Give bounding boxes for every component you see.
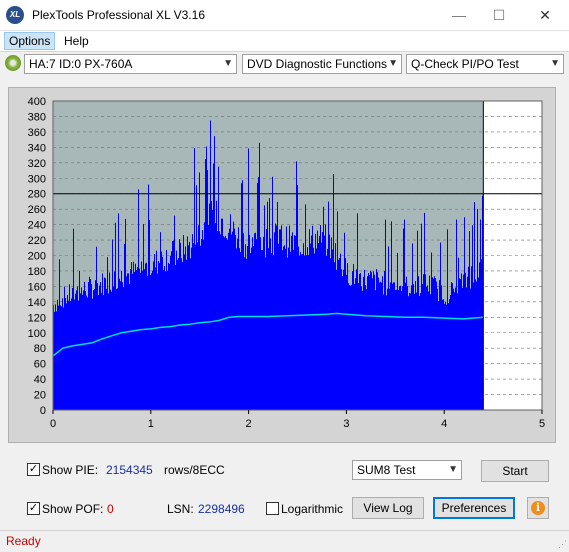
drive-select-value: HA:7 ID:0 PX-760A [29, 57, 133, 71]
window-title: PlexTools Professional XL V3.16 [32, 8, 205, 22]
title-bar: XL PlexTools Professional XL V3.16 — ☐ ✕ [0, 0, 569, 31]
status-text: Ready [6, 534, 41, 548]
close-button[interactable]: ✕ [530, 4, 560, 26]
chart-panel: 400 380 360 340 320 300 280 260 240 220 200 180 160 1… [8, 87, 556, 443]
y-tick-label: 200 [28, 251, 46, 263]
y-tick-label: 180 [28, 266, 46, 278]
sum8-select-value: SUM8 Test [357, 463, 416, 477]
y-tick-label: 340 [28, 142, 46, 154]
minimize-button[interactable]: — [444, 4, 474, 26]
x-tick-label: 2 [246, 418, 252, 430]
y-tick-label: 20 [34, 390, 46, 402]
logarithmic-label: Logarithmic [281, 502, 344, 516]
y-tick-label: 320 [28, 158, 46, 170]
x-tick-label: 1 [148, 418, 154, 430]
preferences-button[interactable]: Preferences [433, 497, 515, 519]
lsn-value: 2298496 [198, 502, 245, 516]
drive-select[interactable]: HA:7 ID:0 PX-760A ▼ [24, 54, 237, 74]
y-tick-label: 100 [28, 328, 46, 340]
y-tick-label: 220 [28, 235, 46, 247]
menu-options[interactable]: Options [4, 32, 56, 50]
y-tick-label: 280 [28, 189, 46, 201]
status-bar: Ready ⋰ [0, 530, 569, 552]
lsn-label: LSN: [167, 502, 194, 516]
chevron-down-icon: ▼ [388, 58, 398, 69]
app-icon: XL [6, 6, 24, 24]
show-pof-label: Show POF: [42, 502, 104, 516]
maximize-button[interactable]: ☐ [484, 4, 514, 26]
y-tick-label: 360 [28, 127, 46, 139]
y-tick-label: 160 [28, 281, 46, 293]
control-panel: ✓ Show PIE: 2154345 rows/8ECC ✓ Show POF… [8, 452, 556, 524]
pi-po-chart: 4003803603403203002802602402202001801601… [28, 96, 545, 430]
function-select[interactable]: DVD Diagnostic Functions ▼ [242, 54, 402, 74]
info-button[interactable]: i [527, 497, 549, 519]
pie-value: 2154345 [106, 463, 153, 477]
y-tick-label: 400 [28, 96, 46, 108]
test-select-value: Q-Check PI/PO Test [411, 57, 519, 71]
start-button[interactable]: Start [481, 460, 549, 482]
test-select[interactable]: Q-Check PI/PO Test ▼ [406, 54, 564, 74]
logarithmic-checkbox[interactable] [266, 502, 279, 515]
show-pie-checkbox[interactable]: ✓ [27, 463, 40, 476]
y-tick-label: 60 [34, 359, 46, 371]
function-select-value: DVD Diagnostic Functions [247, 57, 388, 71]
pof-value: 0 [107, 502, 114, 516]
y-tick-label: 260 [28, 204, 46, 216]
disc-icon [5, 55, 21, 71]
y-tick-label: 80 [34, 343, 46, 355]
chevron-down-icon: ▼ [448, 464, 458, 475]
chevron-down-icon: ▼ [550, 58, 560, 69]
toolbar: HA:7 ID:0 PX-760A ▼ DVD Diagnostic Funct… [0, 52, 569, 78]
y-tick-label: 240 [28, 220, 46, 232]
show-pof-checkbox[interactable]: ✓ [27, 502, 40, 515]
y-tick-label: 120 [28, 312, 46, 324]
resize-grip-icon[interactable]: ⋰ [558, 539, 567, 550]
chevron-down-icon: ▼ [223, 58, 233, 69]
view-log-button[interactable]: View Log [352, 497, 424, 519]
sum8-select[interactable]: SUM8 Test ▼ [352, 460, 462, 480]
menu-bar: Options Help [0, 31, 569, 52]
y-tick-label: 300 [28, 173, 46, 185]
y-tick-label: 140 [28, 297, 46, 309]
x-tick-label: 4 [441, 418, 447, 430]
x-tick-label: 3 [343, 418, 349, 430]
y-tick-label: 0 [40, 405, 46, 417]
info-icon: i [531, 501, 545, 515]
x-tick-label: 5 [539, 418, 545, 430]
menu-help[interactable]: Help [60, 33, 93, 49]
x-tick-label: 0 [50, 418, 56, 430]
y-tick-label: 40 [34, 374, 46, 386]
rows-label: rows/8ECC [164, 463, 225, 477]
y-tick-label: 380 [28, 111, 46, 123]
show-pie-label: Show PIE: [42, 463, 99, 477]
